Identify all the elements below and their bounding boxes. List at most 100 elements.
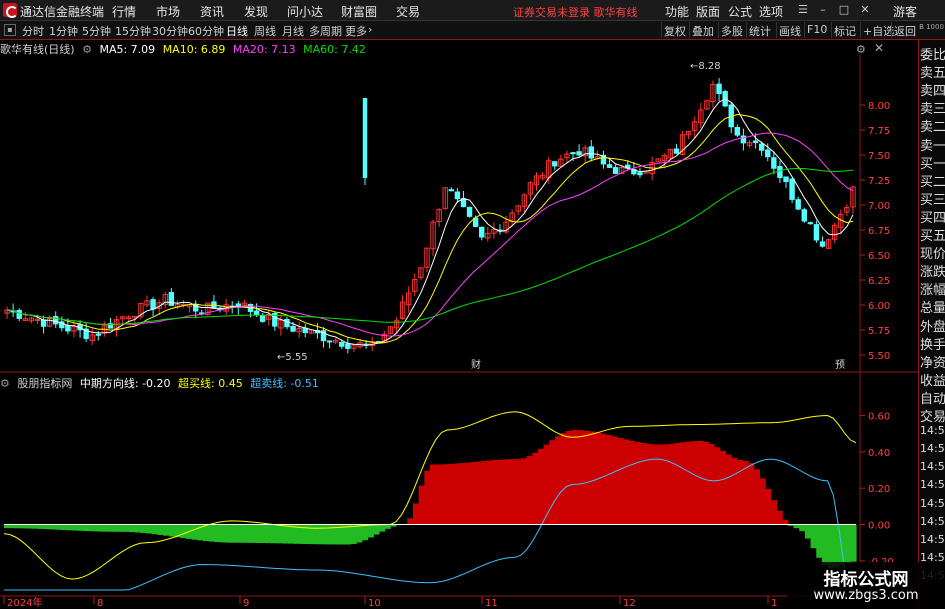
indicator-positive-bar	[520, 458, 528, 525]
indicator-positive-bar	[572, 430, 579, 525]
indicator-negative-bar	[128, 524, 136, 533]
indicator-negative-bar	[288, 524, 295, 544]
date-tick-label: 2024年	[7, 596, 42, 609]
price-tick-label: 8.00	[868, 101, 890, 112]
indicator-positive-bar	[748, 463, 755, 525]
indicator-negative-bar	[168, 524, 175, 537]
indicator-negative-bar	[282, 524, 289, 544]
price-tick-label: 5.75	[868, 326, 890, 337]
indicator-negative-bar	[43, 524, 51, 530]
right-panel-net-asset: 净资	[920, 355, 945, 370]
indicator-negative-bar	[60, 524, 68, 530]
watermark-url: www.zbgs3.com	[813, 588, 919, 603]
indicator-negative-bar	[9, 524, 16, 529]
indicator-positive-bar	[617, 437, 624, 525]
right-panel-sell4: 卖四	[920, 84, 945, 99]
indicator-positive-bar	[532, 452, 539, 525]
indicator-positive-bar	[662, 444, 670, 525]
right-panel-corner: B 1000	[919, 23, 944, 31]
price-tick-label: 6.25	[868, 276, 890, 287]
right-panel-earnings: 收益	[920, 373, 945, 388]
right-panel-buy1: 买一	[920, 156, 945, 171]
indicator-positive-bar	[543, 444, 550, 525]
right-panel-time-26: 14:56	[920, 514, 945, 528]
candle-body	[612, 167, 619, 174]
indicator-gear-icon[interactable]: ⚙	[0, 377, 10, 390]
indicator-tick-label: 0.60	[868, 411, 890, 422]
indicator-positive-bar	[469, 462, 477, 525]
chart-settings-icon[interactable]: ⚙	[856, 43, 866, 56]
price-tick-label: 7.50	[868, 151, 890, 162]
indicator-negative-bar	[191, 524, 198, 540]
indicator-positive-bar	[486, 460, 494, 525]
candle-body	[448, 189, 455, 192]
indicator-negative-bar	[100, 524, 107, 532]
indicator-negative-bar	[219, 524, 227, 543]
candle-body	[259, 315, 266, 322]
indicator-positive-bar	[696, 440, 704, 525]
candle-body	[758, 143, 765, 151]
candle-body	[777, 166, 783, 178]
indicator-negative-bar	[259, 524, 266, 544]
ma10-line	[6, 113, 854, 344]
indicator-negative-bar	[202, 524, 210, 542]
indicator-positive-bar	[640, 443, 647, 525]
indicator-negative-bar	[804, 524, 812, 539]
right-panel-sell3: 卖三	[920, 102, 945, 117]
indicator-positive-bar	[742, 460, 749, 525]
date-tick-label: 10	[368, 598, 381, 609]
right-panel-time-25: 14:56	[920, 496, 945, 510]
indicator-negative-bar	[844, 524, 851, 564]
indicator-info-line: ⚙ 股朋指标网 中期方向线: -0.20 超买线: 0.45 超卖线: -0.5…	[0, 375, 323, 390]
candle-body	[168, 292, 175, 306]
indicator-negative-bar	[821, 524, 829, 566]
right-panel-outer-volume: 外盘	[920, 319, 945, 334]
candle-body	[771, 157, 777, 169]
kline-chart[interactable]: 8.00 7.75 7.50 7.25 7.00 6.75 6.50 6.25 6.00 5.75…	[0, 0, 918, 609]
indicator-negative-bar	[373, 524, 380, 535]
indicator-negative-bar	[106, 524, 113, 532]
right-panel-sell5: 卖五	[920, 66, 945, 81]
indicator-tick-label: 0.40	[868, 448, 890, 459]
indicator-negative-bar	[236, 524, 244, 543]
candle-body	[150, 299, 156, 310]
indicator-negative-bar	[49, 524, 56, 530]
indicator-positive-bar	[679, 442, 687, 525]
indicator-negative-bar	[72, 524, 79, 531]
right-panel-change-pct: 涨幅	[920, 283, 945, 298]
right-panel-trade[interactable]: 交易	[920, 406, 945, 424]
right-panel-auto[interactable]: 自动	[920, 388, 945, 406]
indicator-positive-bar	[708, 444, 715, 525]
indicator-positive-bar	[503, 459, 511, 525]
indicator-positive-bar	[537, 448, 545, 525]
indicator-negative-bar	[838, 524, 846, 566]
chart-close-icon[interactable]: ✕	[874, 41, 884, 55]
indicator-negative-bar	[276, 524, 283, 544]
indicator-negative-bar	[810, 524, 817, 549]
candle-body	[16, 309, 22, 319]
mid-direction-label: 中期方向线: -0.20	[79, 377, 171, 390]
ma60-label: MA60: 7.42	[303, 43, 366, 56]
indicator-negative-bar	[77, 524, 85, 531]
settings-gear-icon[interactable]: ⚙	[82, 43, 92, 56]
indicator-negative-bar	[146, 524, 153, 534]
indicator-positive-bar	[566, 430, 573, 525]
right-panel-buy4: 买四	[920, 210, 945, 225]
candle-body	[95, 333, 102, 336]
price-tick-label: 6.00	[868, 301, 890, 312]
candle-body	[752, 140, 759, 144]
indicator-negative-bar	[378, 524, 386, 532]
right-panel-time-21: 14:56	[920, 424, 945, 438]
indicator-negative-bar	[140, 524, 147, 533]
indicator-positive-bar	[515, 459, 522, 525]
indicator-negative-bar	[4, 524, 11, 529]
indicator-positive-bar	[583, 430, 590, 525]
event-marker-cai: 财	[471, 358, 481, 371]
indicator-negative-bar	[123, 524, 130, 532]
candle-body	[339, 342, 345, 347]
price-tick-label: 7.75	[868, 126, 890, 137]
stock-label: 歌华有线(日线)	[0, 43, 75, 56]
price-tick-label: 7.00	[868, 201, 890, 212]
indicator-negative-bar	[117, 524, 124, 532]
indicator-positive-bar	[589, 431, 596, 525]
